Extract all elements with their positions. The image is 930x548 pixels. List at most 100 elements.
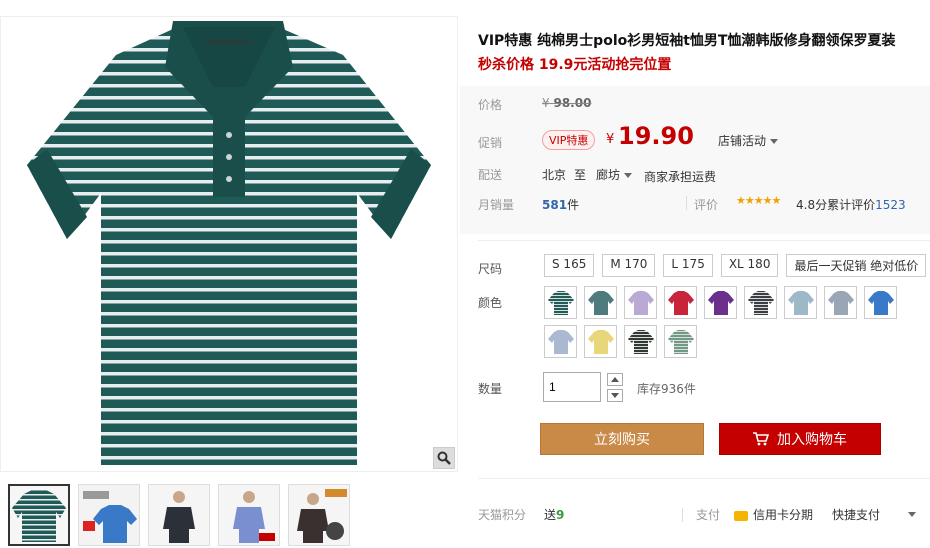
shirt-icon bbox=[547, 290, 574, 315]
product-title: VIP特惠 纯棉男士polo衫男短袖t恤男T恤潮韩版修身翻领保罗夏装 bbox=[478, 33, 896, 49]
color-swatch[interactable] bbox=[664, 325, 697, 358]
rating-stars: ★★★★★ bbox=[736, 194, 781, 207]
color-swatch[interactable] bbox=[584, 286, 617, 319]
pay-label: 支付 bbox=[696, 508, 721, 522]
color-swatch[interactable] bbox=[544, 286, 577, 319]
chevron-down-icon bbox=[611, 393, 619, 398]
vip-badge: VIP特惠 bbox=[542, 130, 596, 150]
thumbnail-image bbox=[12, 490, 66, 542]
chevron-down-icon bbox=[770, 139, 779, 144]
store-promo-dropdown[interactable]: 店铺活动 bbox=[718, 132, 779, 149]
shirt-icon bbox=[667, 290, 694, 315]
ship-from: 北京 bbox=[542, 168, 567, 182]
price-label: 价格 bbox=[478, 98, 503, 112]
quantity-input[interactable] bbox=[543, 372, 601, 402]
credit-installment[interactable]: 信用卡分期 bbox=[734, 506, 813, 523]
thumbnail-strip bbox=[8, 484, 350, 546]
product-page: VIP特惠 纯棉男士polo衫男短袖t恤男T恤潮韩版修身翻领保罗夏装 秒杀价格 … bbox=[0, 0, 930, 548]
thumbnail-image bbox=[219, 485, 279, 545]
points-prefix: 送 bbox=[544, 508, 557, 522]
product-info-panel: VIP特惠 纯棉男士polo衫男短袖t恤男T恤潮韩版修身翻领保罗夏装 秒杀价格 … bbox=[460, 16, 930, 548]
main-product-image[interactable] bbox=[0, 16, 458, 472]
size-option[interactable]: 最后一天促销 绝对低价 bbox=[786, 254, 927, 277]
ship-to-value: 廊坊 bbox=[596, 168, 621, 182]
divider bbox=[478, 478, 930, 479]
rating-score: 4.8分 bbox=[796, 198, 828, 212]
color-swatch[interactable] bbox=[624, 286, 657, 319]
color-swatch[interactable] bbox=[584, 325, 617, 358]
thumbnail-5[interactable] bbox=[288, 484, 350, 546]
price-box: 价格 ¥ 98.00 促销 VIP特惠 ¥ 19.90 店铺活动 配送 北京 至… bbox=[460, 86, 930, 234]
shirt-icon bbox=[867, 290, 894, 315]
chevron-down-icon bbox=[624, 173, 633, 178]
quick-pay[interactable]: 快捷支付 bbox=[832, 506, 880, 523]
color-swatch[interactable] bbox=[624, 325, 657, 358]
price-currency: ¥ bbox=[606, 132, 615, 147]
shirt-icon bbox=[627, 290, 654, 315]
shipping-note: 商家承担运费 bbox=[644, 170, 717, 184]
shirt-icon bbox=[587, 329, 614, 354]
size-option[interactable]: L 175 bbox=[663, 254, 713, 277]
thumbnail-1[interactable] bbox=[8, 484, 70, 546]
color-swatch[interactable] bbox=[824, 286, 857, 319]
color-label: 颜色 bbox=[478, 296, 503, 310]
color-swatch[interactable] bbox=[744, 286, 777, 319]
promo-label: 促销 bbox=[478, 136, 503, 150]
review-label: 评价 bbox=[694, 198, 719, 212]
points-label: 天猫积分 bbox=[478, 508, 527, 522]
color-swatch[interactable] bbox=[784, 286, 817, 319]
quantity-decrease[interactable] bbox=[607, 389, 623, 402]
monthly-sales: 581件 bbox=[542, 196, 579, 213]
add-to-cart-label: 加入购物车 bbox=[777, 432, 847, 448]
size-option[interactable]: S 165 bbox=[544, 254, 595, 277]
color-swatch[interactable] bbox=[544, 325, 577, 358]
divider bbox=[682, 508, 683, 522]
thumbnail-4[interactable] bbox=[218, 484, 280, 546]
chevron-up-icon bbox=[611, 377, 619, 382]
shirt-icon bbox=[787, 290, 814, 315]
divider bbox=[686, 196, 687, 210]
divider bbox=[478, 240, 930, 241]
ship-to-word: 至 bbox=[574, 168, 587, 182]
sales-unit: 件 bbox=[567, 198, 580, 212]
product-subtitle: 秒杀价格 19.9元活动抢完位置 bbox=[478, 57, 672, 73]
thumbnail-3[interactable] bbox=[148, 484, 210, 546]
points-amount: 9 bbox=[556, 508, 565, 522]
thumbnail-image bbox=[149, 485, 209, 545]
size-option[interactable]: XL 180 bbox=[720, 254, 779, 277]
store-promo-label: 店铺活动 bbox=[718, 134, 767, 148]
shirt-icon bbox=[547, 329, 574, 354]
current-price: 19.90 bbox=[618, 122, 694, 150]
shipping-label: 配送 bbox=[478, 168, 503, 182]
color-swatch[interactable] bbox=[664, 286, 697, 319]
shirt-icon bbox=[827, 290, 854, 315]
sales-count: 581 bbox=[542, 198, 568, 212]
shirt-icon bbox=[747, 290, 774, 315]
magnifier-icon bbox=[437, 451, 451, 465]
shirt-icon bbox=[667, 329, 694, 354]
add-to-cart-button[interactable]: 加入购物车 bbox=[719, 423, 881, 455]
size-option[interactable]: M 170 bbox=[602, 254, 656, 277]
striped-polo-shirt-image bbox=[27, 21, 431, 465]
thumbnail-image bbox=[289, 485, 349, 545]
thumbnail-2[interactable] bbox=[78, 484, 140, 546]
rating-summary[interactable]: 4.8分累计评价1523 bbox=[796, 196, 906, 213]
color-swatch[interactable] bbox=[864, 286, 897, 319]
currency-symbol: ¥ bbox=[542, 96, 550, 110]
ship-to-dropdown[interactable]: 廊坊 bbox=[596, 166, 633, 183]
buy-now-button[interactable]: 立刻购买 bbox=[540, 423, 704, 455]
stock-count: 库存936件 bbox=[637, 382, 696, 396]
monthly-sales-label: 月销量 bbox=[478, 198, 515, 212]
zoom-button[interactable] bbox=[433, 447, 455, 469]
review-text: 累计评价 bbox=[827, 198, 876, 212]
quantity-increase[interactable] bbox=[607, 373, 623, 386]
credit-card-icon bbox=[734, 510, 748, 521]
credit-label: 信用卡分期 bbox=[753, 508, 814, 522]
original-price: ¥ 98.00 bbox=[542, 96, 591, 110]
size-label: 尺码 bbox=[478, 262, 503, 276]
shirt-icon bbox=[587, 290, 614, 315]
review-count: 1523 bbox=[875, 198, 906, 212]
color-swatches bbox=[544, 286, 930, 358]
color-swatch[interactable] bbox=[704, 286, 737, 319]
chevron-down-icon[interactable] bbox=[908, 512, 916, 517]
